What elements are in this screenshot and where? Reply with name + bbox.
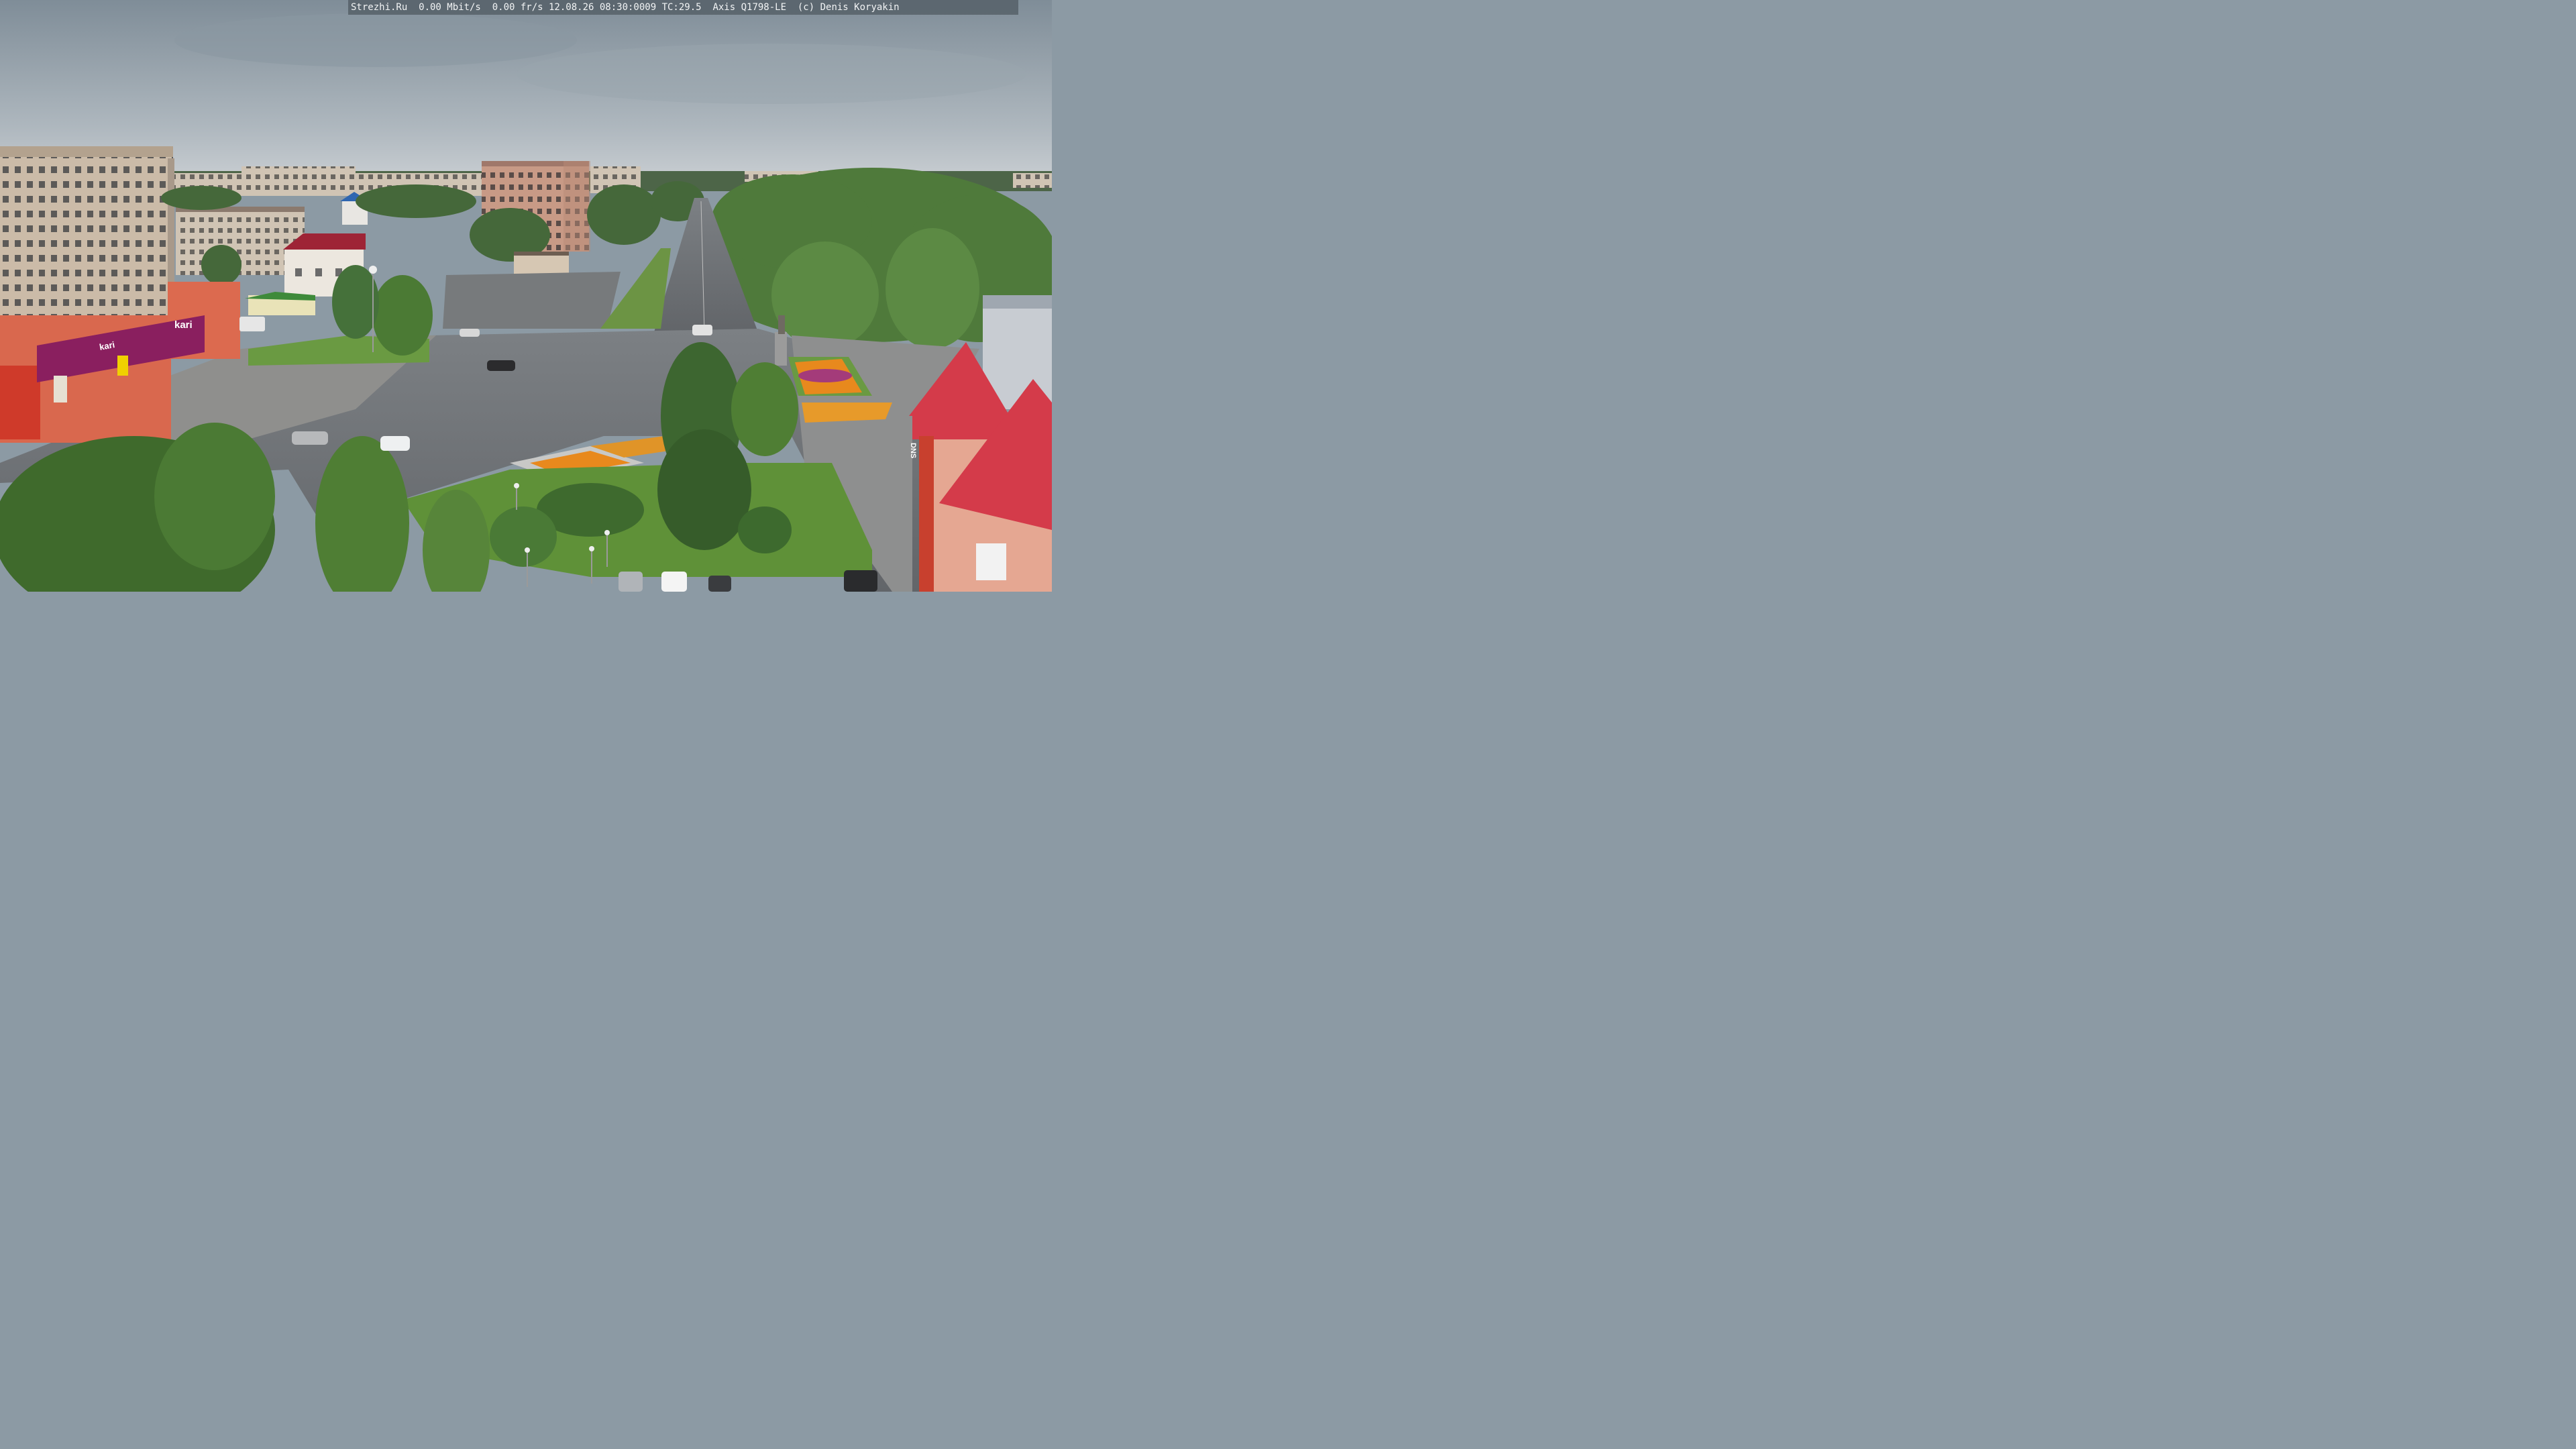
webcam-scene: kari kari DNS <box>0 0 1052 592</box>
left-apartment-building <box>0 146 174 327</box>
kari-logo-sign: kari <box>174 319 193 331</box>
cloud <box>174 13 577 67</box>
small-office-roof <box>514 252 569 256</box>
cloud <box>517 44 1026 104</box>
back-plaza <box>443 272 621 329</box>
camera-info-overlay: Strezhi.Ru 0.00 Mbit/s 0.00 fr/s 12.08.2… <box>348 0 1018 15</box>
city-view-image <box>0 0 1052 592</box>
dns-sign: DNS <box>909 443 917 459</box>
